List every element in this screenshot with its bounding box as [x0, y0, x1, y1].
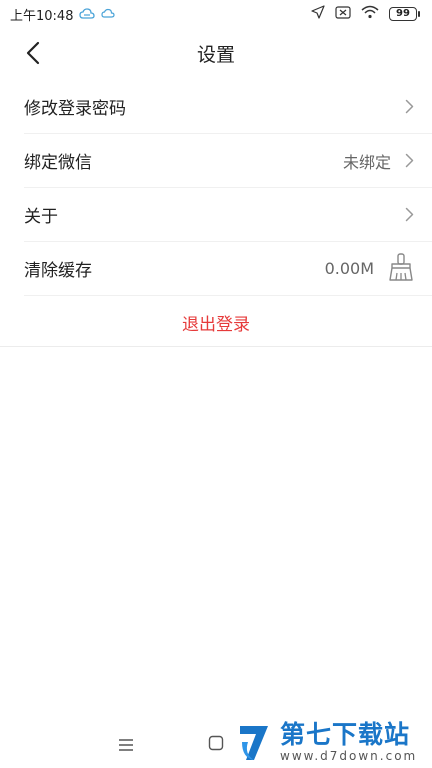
- status-bar: 上午10:48 99: [0, 0, 432, 28]
- back-button[interactable]: [18, 38, 48, 68]
- watermark-title: 第七下载站: [280, 720, 411, 750]
- sim-off-icon: [335, 5, 351, 23]
- cloud-icon-secondary: [101, 8, 116, 20]
- status-time: 上午10:48: [10, 8, 74, 24]
- logout-label: 退出登录: [182, 314, 250, 335]
- wechat-bind-status: 未绑定: [342, 152, 391, 172]
- status-right: 99: [311, 5, 420, 23]
- battery-cap: [418, 11, 420, 17]
- watermark: 第七下载站 www.d7down.com: [234, 716, 432, 768]
- nav-bar: 设置: [0, 28, 432, 78]
- chevron-right-icon: [405, 153, 414, 168]
- chevron-right-icon: [405, 207, 414, 222]
- settings-list: 修改登录密码 绑定微信 未绑定 关于 清除缓存 0.00M: [0, 80, 432, 296]
- battery-icon: 99: [389, 7, 420, 21]
- battery-level: 99: [389, 7, 417, 21]
- page-title: 设置: [196, 43, 235, 66]
- status-left: 上午10:48: [10, 5, 116, 24]
- home-icon[interactable]: [208, 735, 224, 755]
- settings-item-bind-wechat[interactable]: 绑定微信 未绑定: [24, 134, 432, 188]
- settings-item-label: 清除缓存: [24, 261, 92, 281]
- settings-item-right: 未绑定: [343, 149, 414, 173]
- settings-item-right: [405, 99, 414, 114]
- settings-item-right: [405, 207, 414, 222]
- broom-icon[interactable]: [388, 252, 414, 285]
- cloud-icon: [79, 8, 96, 20]
- settings-item-label: 修改登录密码: [24, 99, 126, 119]
- watermark-url: www.d7down.com: [280, 748, 418, 763]
- chevron-right-icon: [405, 99, 414, 114]
- settings-item-label: 关于: [24, 207, 58, 227]
- settings-item-change-password[interactable]: 修改登录密码: [24, 80, 432, 134]
- menu-icon[interactable]: [118, 737, 134, 756]
- watermark-logo-icon: [234, 720, 274, 764]
- location-icon: [311, 5, 325, 23]
- settings-item-label: 绑定微信: [24, 153, 92, 173]
- chevron-left-icon: [26, 41, 40, 65]
- watermark-text: 第七下载站 www.d7down.com: [280, 721, 417, 763]
- wifi-icon: [361, 5, 379, 23]
- settings-item-right: 0.00M: [324, 252, 414, 285]
- settings-item-about[interactable]: 关于: [24, 188, 432, 242]
- logout-button[interactable]: 退出登录: [0, 298, 432, 347]
- cache-size: 0.00M: [324, 259, 374, 278]
- settings-item-clear-cache[interactable]: 清除缓存 0.00M: [24, 242, 432, 296]
